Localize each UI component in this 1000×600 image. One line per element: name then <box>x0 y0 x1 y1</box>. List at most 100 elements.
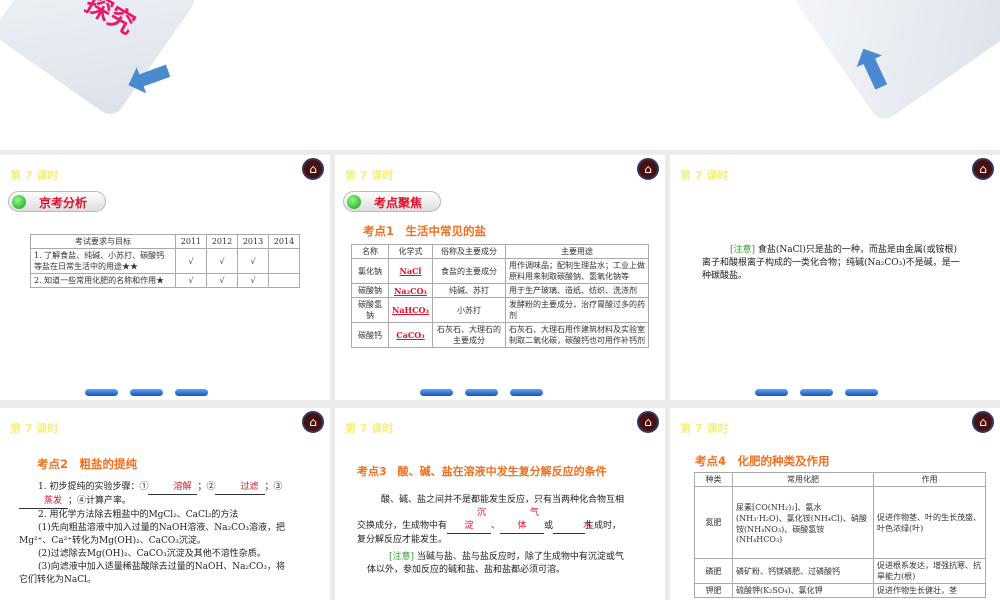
top-banner: 探究 ⬅ ⬆ <box>0 0 1000 150</box>
text: (2)过滤除去Mg(OH)₂、CaCO₃沉淀及其他不溶性杂质。 <box>38 549 266 559</box>
nav-button-1[interactable] <box>755 389 788 396</box>
slide-fertilizers[interactable]: 第 7 课时 ⌂ 考点4 化肥的种类及作用 种类 常用化肥 作用 氮肥 尿素[CO(N… <box>670 408 1000 600</box>
text: (3)向滤液中加入适量稀盐酸除去过量的NaOH、Na₂CO₃，将它们转化为NaC… <box>19 562 285 585</box>
home-icon[interactable]: ⌂ <box>637 158 659 180</box>
th: 种类 <box>694 472 733 487</box>
home-icon[interactable]: ⌂ <box>972 411 994 433</box>
slide-note-salt[interactable]: 第 7 课时 ⌂ [注意] 食盐(NaCl)只是盐的一种，而盐是由金属(或铵根)… <box>670 155 1000 400</box>
slide-common-salts[interactable]: 第 7 课时 ⌂ 考点聚焦 考点1 生活中常见的盐 名称 化学式 俗称及主要成分 主要… <box>335 155 665 400</box>
th: 2011 <box>175 234 207 249</box>
nav-buttons <box>755 389 878 396</box>
lesson-label: 第 7 课时 <box>345 422 394 435</box>
lesson-label: 第 7 课时 <box>345 169 394 182</box>
answer-blank: 过滤 <box>215 481 265 495</box>
note-tag: [注意] <box>730 245 756 255</box>
th: 名称 <box>351 244 389 259</box>
salts-table: 名称 化学式 俗称及主要成分 主要用途 氯化钠 NaCl 食盐的主要成分 用作调味品；配制生… <box>351 244 649 348</box>
table-row: 钾肥 硫酸钾(K₂SO₄)、氯化钾 促进作物生长健壮，茎 <box>694 583 986 598</box>
nav-button-2[interactable] <box>465 389 498 396</box>
slide-analysis[interactable]: 第 7 课时 ⌂ 京考分析 考试要求与目标 2011 2012 2013 2014 1.… <box>0 155 330 400</box>
cell: 1. 了解食盐、纯碱、小苏打、碳酸钙等盐在日常生活中的用途★★ <box>30 248 176 274</box>
cell <box>268 248 300 274</box>
nav-button-3[interactable] <box>175 389 208 396</box>
cell: √ <box>206 273 238 288</box>
cell: 2. 知道一些常用化肥的名称和作用★ <box>30 273 176 288</box>
cell: 碳酸氢钠 <box>351 297 389 323</box>
lesson-label: 第 7 课时 <box>10 422 59 435</box>
green-dot-icon <box>12 195 26 209</box>
cell: 食盐的主要成分 <box>432 258 506 284</box>
home-icon[interactable]: ⌂ <box>302 158 324 180</box>
table-row: 氮肥 尿素[CO(NH₂)₂]、氨水(NH₃·H₂O)、氯化铵(NH₄Cl)、硝酸… <box>694 486 986 559</box>
th: 常用化肥 <box>732 472 874 487</box>
formula: NaCl <box>388 258 433 284</box>
text: 1. 初步提纯的实验步骤：① <box>38 482 149 492</box>
answer-blank: 沉淀 <box>447 507 492 534</box>
note-tag: [注意] <box>389 552 415 562</box>
formula: Na₂CO₃ <box>388 283 433 298</box>
table-row: 磷肥 磷矿粉、钙镁磷肥、过磷酸钙 促进根系发达，增强抗寒、抗旱能力(根) <box>694 558 986 584</box>
section-heading: 考点2 粗盐的提纯 <box>37 457 138 471</box>
cell: 氯化钠 <box>351 258 389 284</box>
cell: √ <box>237 248 269 274</box>
formula: NaHCO₃ <box>388 297 433 323</box>
table-row: 碳酸钠 Na₂CO₃ 纯碱、苏打 用于生产玻璃、造纸、纺织、洗涤剂 <box>351 283 649 298</box>
th: 2013 <box>237 234 269 249</box>
note-paragraph: [注意] 食盐(NaCl)只是盐的一种，而盐是由金属(或铵根)离子和酸根离子构成… <box>702 244 960 283</box>
cell: 磷肥 <box>694 558 733 584</box>
nav-button-2[interactable] <box>130 389 163 396</box>
text: 、 <box>491 521 501 531</box>
body-text: 酸、碱、盐之间并不是都能发生反应，只有当两种化合物互相交换成分，生成物中有沉淀、… <box>357 494 629 547</box>
pill-label: 考点聚焦 <box>374 196 423 210</box>
cell: 碳酸钠 <box>351 283 389 298</box>
nav-button-3[interactable] <box>845 389 878 396</box>
cell: 用作调味品；配制生理盐水；工业上做原料用来制取碳酸钠、氢氧化钠等 <box>505 258 649 284</box>
cell <box>268 273 300 288</box>
th: 考试要求与目标 <box>30 234 176 249</box>
formula: CaCO₃ <box>388 322 433 348</box>
note-paragraph: [注意] 当碱与盐、盐与盐反应时，除了生成物中有沉淀或气体以外，参加反应的碱和盐… <box>367 551 625 577</box>
home-icon[interactable]: ⌂ <box>637 411 659 433</box>
slide-reaction-conditions[interactable]: 第 7 课时 ⌂ 考点3 酸、碱、盐在溶液中发生复分解反应的条件 酸、碱、盐之间… <box>335 408 665 600</box>
cell: 石灰石、大理石用作建筑材料及实验室制取二氧化碳，碳酸钙也可用作补钙剂 <box>505 322 649 348</box>
text: 或 <box>544 521 554 531</box>
lesson-label: 第 7 课时 <box>680 169 729 182</box>
home-icon[interactable]: ⌂ <box>302 411 324 433</box>
cell: 促进作物茎、叶的生长茂盛、叶色浓绿(叶) <box>873 486 986 559</box>
home-icon[interactable]: ⌂ <box>972 158 994 180</box>
th: 作用 <box>873 472 986 487</box>
exam-table: 考试要求与目标 2011 2012 2013 2014 1. 了解食盐、纯碱、小苏打、碳… <box>30 234 300 288</box>
nav-button-1[interactable] <box>85 389 118 396</box>
th: 2012 <box>206 234 238 249</box>
nav-button-1[interactable] <box>420 389 453 396</box>
answer-blank: 溶解 <box>148 481 198 495</box>
text: ；④计算产率。 <box>68 496 132 506</box>
cell: 氮肥 <box>694 486 733 559</box>
cell: 碳酸钙 <box>351 322 389 348</box>
cell: √ <box>175 273 207 288</box>
cell: √ <box>175 248 207 274</box>
cell: 纯碱、苏打 <box>432 283 506 298</box>
cell: 磷矿粉、钙镁磷肥、过磷酸钙 <box>732 558 874 584</box>
cell: 钾肥 <box>694 583 733 598</box>
table-row: 碳酸氢钠 NaHCO₃ 小苏打 发酵粉的主要成分，治疗胃酸过多的药剂 <box>351 297 649 323</box>
answer-blank: 气体 <box>500 507 545 534</box>
cell: √ <box>237 273 269 288</box>
th: 俗称及主要成分 <box>432 244 506 259</box>
section-pill: 京考分析 <box>8 191 106 212</box>
cell: 石灰石、大理石的主要成分 <box>432 322 506 348</box>
th: 2014 <box>268 234 300 249</box>
lesson-label: 第 7 课时 <box>10 169 59 182</box>
section-heading: 考点4 化肥的种类及作用 <box>695 454 830 468</box>
text: (1)先向粗盐溶液中加入过量的NaOH溶液、Na₂CO₃溶液，把Mg²⁺、Ca²… <box>19 523 285 546</box>
slide-salt-purification[interactable]: 第 7 课时 ⌂ 考点2 粗盐的提纯 1. 初步提纯的实验步骤：① 溶解 ；② 过滤；… <box>0 408 330 600</box>
nav-button-3[interactable] <box>510 389 543 396</box>
answer-blank: 水 <box>553 520 592 534</box>
nav-button-2[interactable] <box>800 389 833 396</box>
table-row: 1. 了解食盐、纯碱、小苏打、碳酸钙等盐在日常生活中的用途★★ √ √ √ <box>30 248 300 274</box>
cell: 促进根系发达，增强抗寒、抗旱能力(根) <box>873 558 986 584</box>
cell: 小苏打 <box>432 297 506 323</box>
cell: 促进作物生长健壮，茎 <box>873 583 986 598</box>
cell: 硫酸钾(K₂SO₄)、氯化钾 <box>732 583 874 598</box>
table-row: 氯化钠 NaCl 食盐的主要成分 用作调味品；配制生理盐水；工业上做原料用来制取碳酸钠… <box>351 258 649 284</box>
